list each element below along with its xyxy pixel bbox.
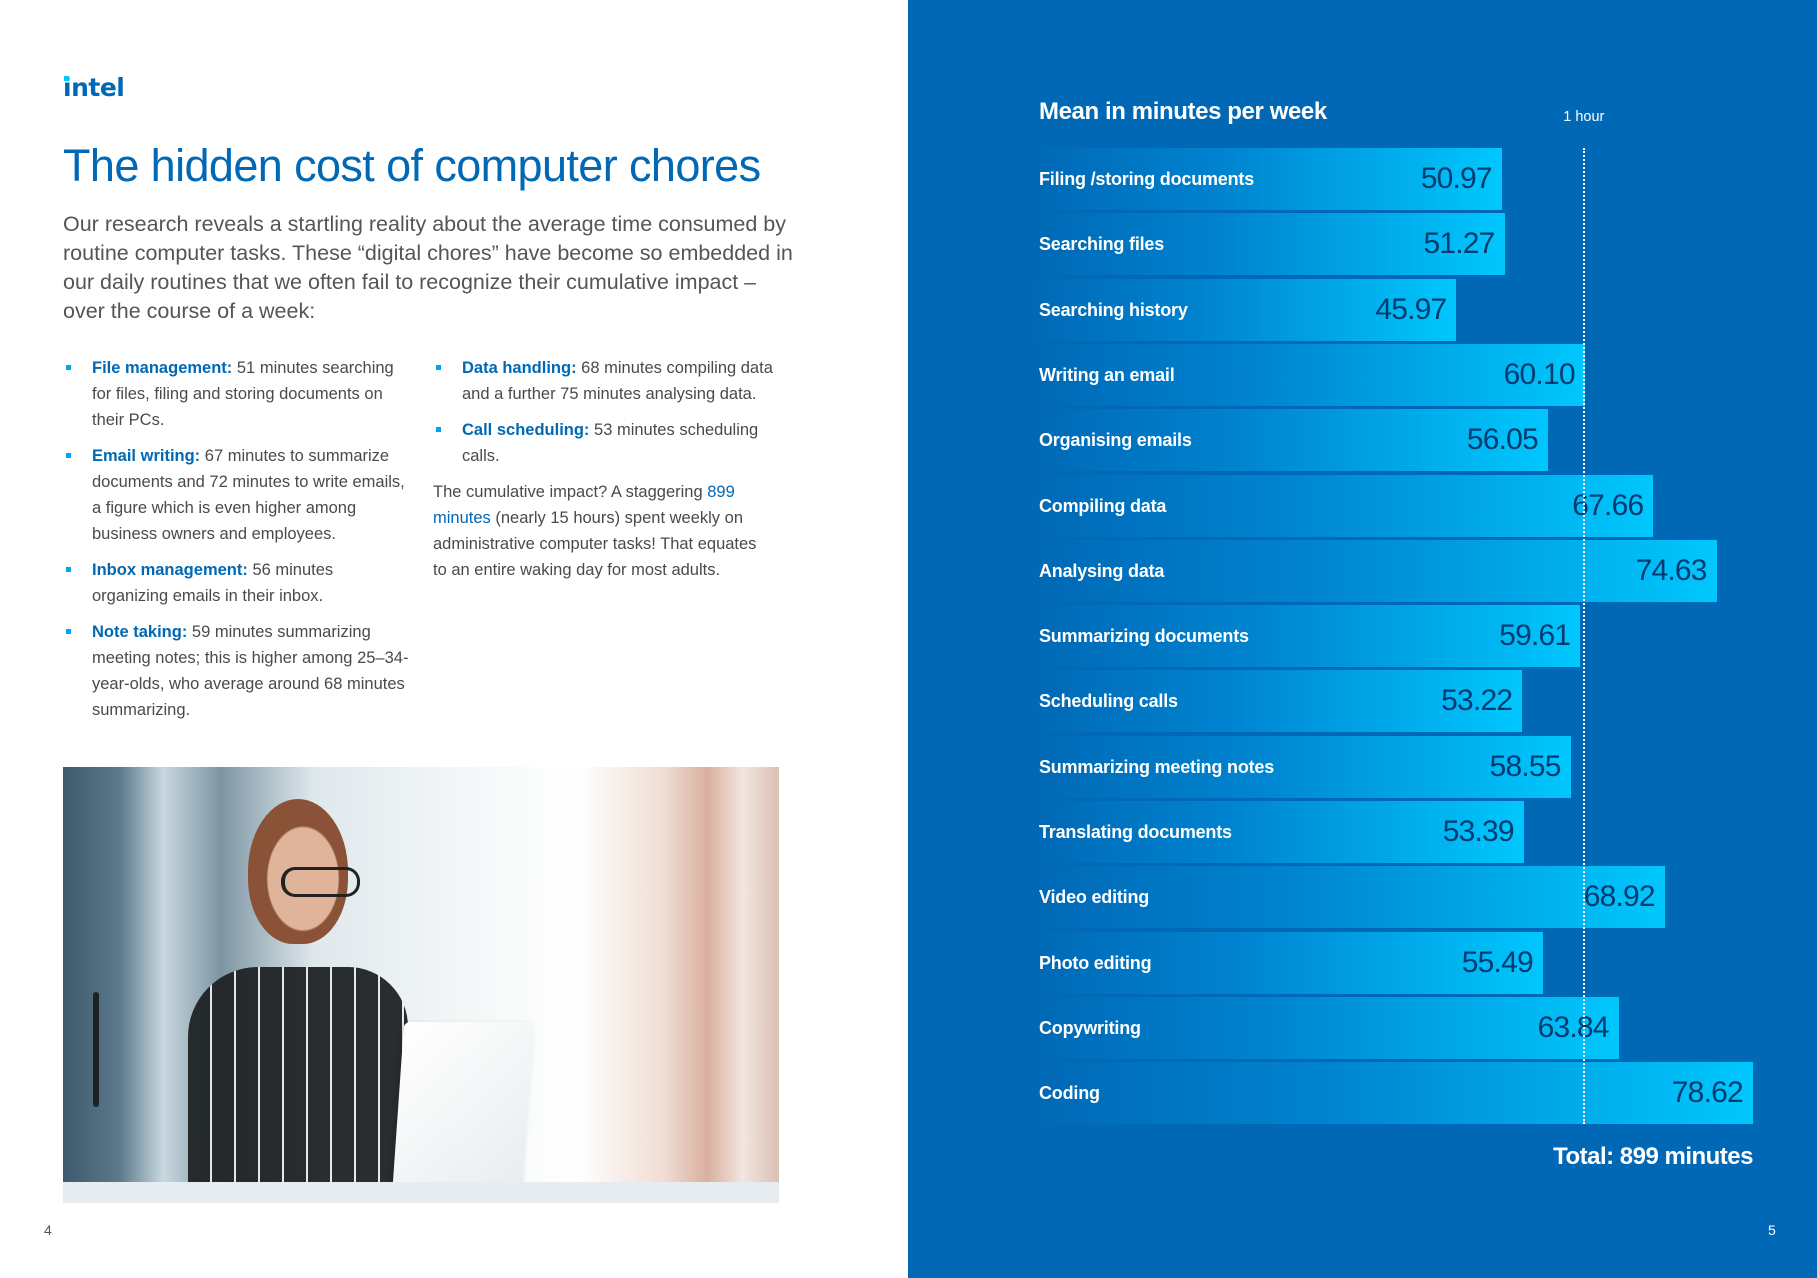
summary-paragraph: The cumulative impact? A staggering 899 …: [433, 479, 773, 583]
right-page: Mean in minutes per week 1 hour Filing /…: [908, 0, 1817, 1278]
bar-category-label: Analysing data: [1039, 560, 1165, 581]
bullet-item: Inbox management: 56 minutes organizing …: [63, 557, 413, 609]
page-number-left: 4: [44, 1222, 52, 1238]
bullet-square-icon: [436, 365, 441, 370]
bullet-column-1: File management: 51 minutes searching fo…: [63, 355, 413, 733]
bullet-square-icon: [66, 629, 71, 634]
bullet-term: Data handling:: [462, 359, 577, 377]
bullet-item: Call scheduling: 53 minutes scheduling c…: [433, 417, 773, 469]
summary-text-before: The cumulative impact? A staggering: [433, 483, 708, 501]
bar-value-label: 60.10: [1503, 357, 1576, 391]
bullet-square-icon: [66, 453, 71, 458]
bullet-item: Note taking: 59 minutes summarizing meet…: [63, 619, 413, 723]
bar-category-label: Translating documents: [1039, 822, 1232, 842]
photo-glasses: [281, 867, 360, 897]
bullet-term: Email writing:: [92, 447, 201, 465]
total-label: Total: 899 minutes: [1553, 1143, 1753, 1170]
intel-logo: intel: [63, 72, 125, 104]
bullet-square-icon: [66, 567, 71, 572]
bar-value-label: 51.27: [1423, 227, 1495, 261]
bar-value-label: 45.97: [1375, 292, 1447, 326]
bar-value-label: 53.22: [1441, 684, 1513, 718]
bar-value-label: 74.63: [1635, 553, 1708, 587]
bullet-term: Note taking:: [92, 623, 188, 641]
bar-category-label: Searching history: [1039, 299, 1188, 320]
left-page: intel The hidden cost of computer chores…: [0, 0, 908, 1278]
photo-laptop: [391, 1022, 535, 1197]
bullet-term: File management:: [92, 359, 233, 377]
bar-category-label: Summarizing meeting notes: [1039, 756, 1275, 777]
bullet-item: Email writing: 67 minutes to summarize d…: [63, 443, 413, 547]
photo-door-handle: [93, 992, 99, 1107]
chart-title: Mean in minutes per week: [1039, 98, 1327, 125]
bullet-column-2: Data handling: 68 minutes compiling data…: [433, 355, 773, 583]
bar-value-label: 78.62: [1671, 1076, 1744, 1110]
bar: [1030, 1062, 1753, 1125]
bullet-item: Data handling: 68 minutes compiling data…: [433, 355, 773, 407]
bar-category-label: Filing /storing documents: [1039, 169, 1254, 189]
bar-value-label: 56.05: [1466, 423, 1539, 457]
photo-person-body: [188, 967, 408, 1192]
bullet-term: Inbox management:: [92, 561, 248, 579]
bullet-square-icon: [66, 365, 71, 370]
bar-category-label: Summarizing documents: [1039, 626, 1249, 647]
bar-value-label: 63.84: [1537, 1010, 1610, 1044]
bar-category-label: Copywriting: [1039, 1017, 1141, 1038]
page-number-right: 5: [1768, 1222, 1776, 1238]
bar-value-label: 53.39: [1442, 815, 1515, 848]
bar-category-label: Scheduling calls: [1039, 691, 1178, 712]
bullet-square-icon: [436, 427, 441, 432]
reference-line-1-hour: [1582, 148, 1585, 1125]
bar-category-label: Video editing: [1039, 887, 1150, 908]
bullet-item: File management: 51 minutes searching fo…: [63, 355, 413, 433]
page-title: The hidden cost of computer chores: [63, 140, 761, 191]
bar-category-label: Organising emails: [1039, 430, 1192, 451]
reference-line-label: 1 hour: [1563, 109, 1605, 125]
intro-paragraph: Our research reveals a startling reality…: [63, 212, 793, 323]
bar-category-label: Writing an email: [1039, 364, 1175, 385]
photo-desk: [63, 1182, 779, 1203]
bar-category-label: Compiling data: [1039, 495, 1167, 516]
bullet-term: Call scheduling:: [462, 421, 590, 439]
hero-photo: [63, 767, 779, 1203]
logo-dot-icon: [64, 76, 69, 81]
logo-wordmark: intel: [63, 73, 125, 102]
bar-value-label: 59.61: [1499, 619, 1571, 653]
bar-category-label: Photo editing: [1039, 952, 1152, 973]
bar-value-label: 50.97: [1420, 162, 1493, 195]
bar-value-label: 68.92: [1583, 880, 1656, 914]
bar-category-label: Searching files: [1039, 234, 1165, 255]
bar-value-label: 58.55: [1489, 749, 1562, 783]
bar-category-label: Coding: [1039, 1083, 1100, 1104]
bar-value-label: 55.49: [1461, 945, 1534, 979]
